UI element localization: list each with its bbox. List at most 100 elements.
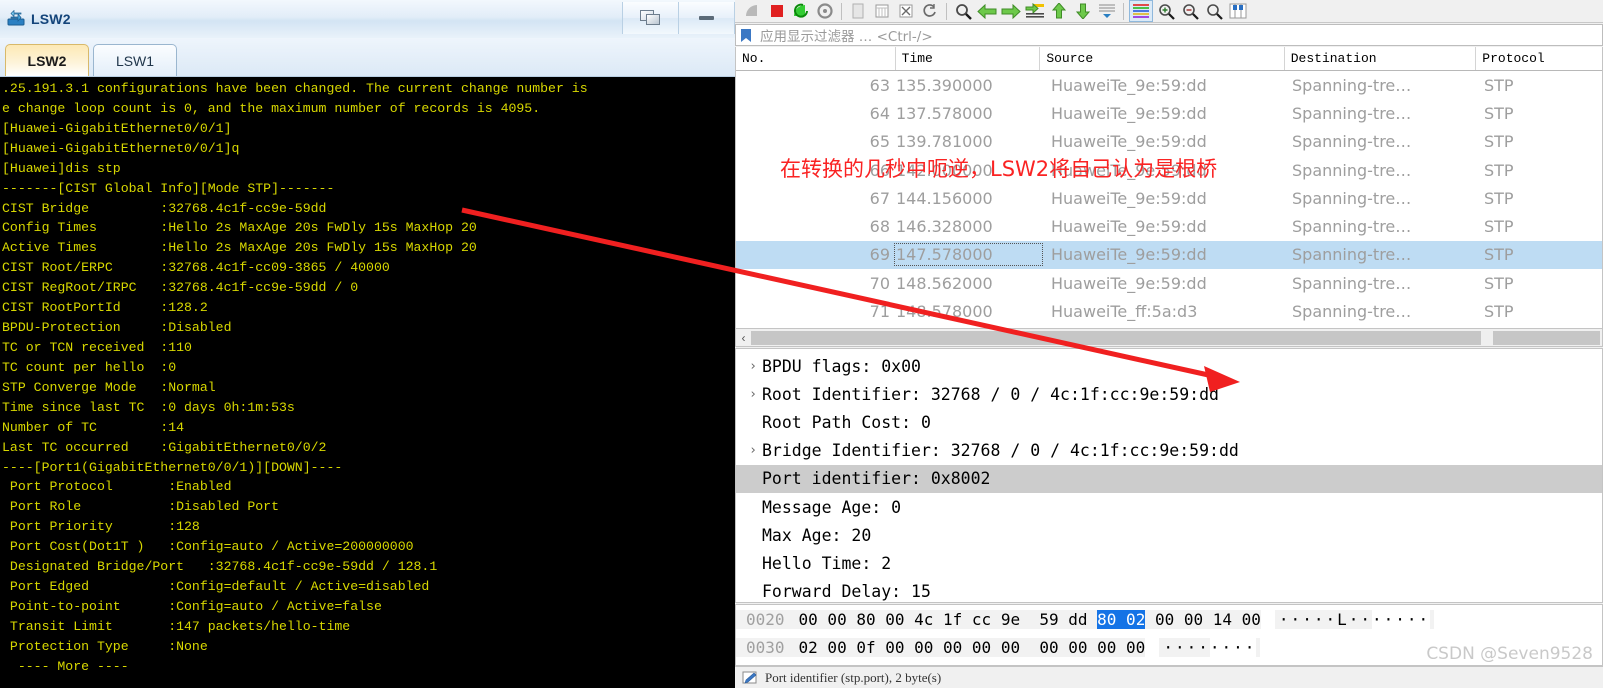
auto-scroll-icon[interactable] — [1096, 1, 1118, 21]
hex-bytes[interactable]: 00 00 80 00 4c 1f cc 9e 59 dd 80 02 00 0… — [792, 609, 1261, 629]
column-header-no[interactable]: No. — [736, 47, 896, 70]
colorize-packets-icon[interactable] — [1129, 0, 1153, 22]
packet-cell-time: 146.328000 — [896, 217, 993, 237]
go-first-packet-icon[interactable] — [1048, 1, 1070, 21]
toolbar-separator — [841, 2, 842, 20]
packet-cell-source: HuaweiTe_9e:59:dd — [1051, 273, 1207, 293]
chevron-right-icon[interactable]: › — [744, 443, 762, 458]
go-to-packet-icon[interactable] — [1024, 1, 1046, 21]
packet-cell-source: HuaweiTe_9e:59:dd — [1051, 245, 1207, 265]
packet-cell-time: 144.156000 — [896, 188, 993, 208]
packet-detail-row[interactable]: ›Port identifier: 0x8002 — [736, 464, 1602, 493]
packet-cell-destination: Spanning-tre… — [1292, 132, 1412, 152]
packet-cell-source: HuaweiTe_9e:59:dd — [1051, 103, 1207, 123]
packet-details-tree[interactable]: › BPDU flags: 0x00 › Root Identifier: 32768… — [735, 348, 1603, 603]
start-capture-icon[interactable] — [742, 1, 764, 21]
packet-cell-source: HuaweiTe_9e:59:dd — [1051, 188, 1207, 208]
zoom-in-icon[interactable] — [1155, 1, 1177, 21]
chevron-right-icon[interactable]: › — [744, 387, 762, 402]
packet-list-body[interactable]: 63 135.390000 HuaweiTe_9e:59:dd Spanning-tr… — [736, 71, 1602, 326]
packet-cell-destination: Spanning-tre… — [1292, 217, 1412, 237]
go-back-icon[interactable] — [976, 1, 998, 21]
hex-ascii-post: ···· — [1209, 637, 1257, 657]
packet-detail-label: BPDU flags: 0x00 — [762, 356, 921, 376]
packet-list-row[interactable]: 71 148.578000 HuaweiTe_ff:5a:d3 Spanning-tr… — [736, 297, 1602, 325]
packet-cell-protocol: STP — [1484, 188, 1514, 208]
packet-list-row[interactable]: 69 147.578000 HuaweiTe_9e:59:dd Spanning-tr… — [736, 240, 1602, 270]
packet-detail-row[interactable]: ›Message Age: 0 — [736, 493, 1602, 521]
chevron-right-icon[interactable]: › — [744, 359, 762, 374]
hex-bytes-post: 00 00 00 00 00 00 00 00 — [914, 637, 1146, 657]
scrollbar-track[interactable] — [751, 330, 1600, 345]
packet-comment-icon[interactable] — [741, 670, 759, 686]
hex-ascii: ········ — [1159, 637, 1261, 657]
minimize-button[interactable] — [678, 2, 735, 34]
restart-capture-icon[interactable] — [790, 1, 812, 21]
wireshark-window: 应用显示过滤器 … <Ctrl-/> No. Time Source Desti… — [735, 0, 1603, 688]
packet-cell-destination: Spanning-tre… — [1292, 273, 1412, 293]
switch-icon — [7, 9, 25, 28]
hex-bytes-selected[interactable]: 80 02 — [1097, 609, 1146, 629]
hex-dump-row[interactable]: 0020 00 00 80 00 4c 1f cc 9e 59 dd 80 02 … — [736, 605, 1602, 633]
close-file-icon[interactable] — [895, 1, 917, 21]
packet-detail-row[interactable]: ›Root Path Cost: 0 — [736, 408, 1602, 436]
packet-detail-label: Forward Delay: 15 — [762, 582, 931, 602]
packet-detail-row[interactable]: ›Max Age: 20 — [736, 521, 1602, 549]
stop-capture-icon[interactable] — [766, 1, 788, 21]
status-bar-text: Port identifier (stp.port), 2 byte(s) — [765, 669, 942, 685]
filter-bookmark-icon[interactable] — [738, 25, 754, 45]
tab-lsw2[interactable]: LSW2 — [5, 44, 89, 76]
packet-list-row[interactable]: 70 148.562000 HuaweiTe_9e:59:dd Spanning-tr… — [736, 269, 1602, 297]
zoom-out-icon[interactable] — [1179, 1, 1201, 21]
column-header-destination[interactable]: Destination — [1285, 47, 1477, 70]
go-last-packet-icon[interactable] — [1072, 1, 1094, 21]
horizontal-scrollbar[interactable]: ‹ — [735, 329, 1603, 347]
packet-detail-row[interactable]: ›Forward Delay: 15 — [736, 578, 1602, 603]
go-forward-icon[interactable] — [1000, 1, 1022, 21]
packet-list-row[interactable]: 67 144.156000 HuaweiTe_9e:59:dd Spanning-tr… — [736, 184, 1602, 212]
packet-detail-row[interactable]: › Root Identifier: 32768 / 0 / 4c:1f:cc:9… — [736, 380, 1602, 408]
hex-bytes[interactable]: 02 00 0f 00 00 00 00 00 00 00 00 00 — [792, 637, 1146, 657]
column-header-time[interactable]: Time — [896, 47, 1041, 70]
packet-list-row[interactable]: 65 139.781000 HuaweiTe_9e:59:dd Spanning-tr… — [736, 128, 1602, 156]
tab-lsw1[interactable]: LSW1 — [93, 44, 177, 76]
packet-detail-label: Bridge Identifier: 32768 / 0 / 4c:1f:cc:… — [762, 441, 1239, 461]
save-file-icon[interactable] — [871, 1, 893, 21]
minimize-icon — [699, 16, 714, 20]
resize-columns-icon[interactable] — [1227, 1, 1249, 21]
open-file-icon[interactable] — [847, 1, 869, 21]
packet-list[interactable]: No. Time Source Destination Protocol 63 1… — [735, 47, 1603, 329]
scrollbar-thumb[interactable] — [751, 330, 1482, 345]
watermark: CSDN @Seven9528 — [1426, 644, 1593, 664]
packet-detail-row[interactable]: ›Hello Time: 2 — [736, 549, 1602, 577]
find-packet-icon[interactable] — [952, 1, 974, 21]
column-header-protocol[interactable]: Protocol — [1476, 47, 1602, 70]
packet-cell-destination: Spanning-tre… — [1292, 75, 1412, 95]
packet-cell-time: 148.562000 — [896, 273, 993, 293]
packet-detail-row[interactable]: › BPDU flags: 0x00 — [736, 352, 1602, 380]
display-filter-input[interactable]: 应用显示过滤器 … <Ctrl-/> — [760, 25, 933, 45]
scrollbar-thumb-end[interactable] — [1481, 330, 1494, 345]
restore-button[interactable] — [622, 2, 678, 34]
packet-cell-no: 68 — [869, 217, 890, 237]
packet-list-row[interactable]: 63 135.390000 HuaweiTe_9e:59:dd Spanning-tr… — [736, 71, 1602, 99]
packet-cell-no: 63 — [869, 75, 890, 95]
cli-console-output[interactable]: .25.191.3.1 configurations have been cha… — [0, 77, 735, 688]
packet-cell-destination: Spanning-tre… — [1292, 188, 1412, 208]
reload-file-icon[interactable] — [919, 1, 941, 21]
packet-list-row[interactable]: 68 146.328000 HuaweiTe_9e:59:dd Spanning-tr… — [736, 212, 1602, 240]
packet-cell-time: 137.578000 — [896, 103, 993, 123]
zoom-reset-icon[interactable] — [1203, 1, 1225, 21]
packet-cell-no: 65 — [869, 132, 890, 152]
packet-cell-protocol: STP — [1484, 245, 1514, 265]
capture-options-icon[interactable] — [814, 1, 836, 21]
column-header-source[interactable]: Source — [1040, 47, 1285, 70]
toolbar-separator — [1123, 2, 1124, 20]
packet-detail-label: Root Path Cost: 0 — [762, 412, 931, 432]
window-controls — [622, 2, 735, 34]
packet-detail-row[interactable]: › Bridge Identifier: 32768 / 0 / 4c:1f:cc… — [736, 437, 1602, 465]
ensp-window-title: LSW2 — [31, 11, 71, 27]
display-filter-bar[interactable]: 应用显示过滤器 … <Ctrl-/> — [735, 24, 1603, 46]
scroll-left-arrow-icon[interactable]: ‹ — [736, 330, 751, 346]
packet-list-row[interactable]: 64 137.578000 HuaweiTe_9e:59:dd Spanning-tr… — [736, 99, 1602, 127]
